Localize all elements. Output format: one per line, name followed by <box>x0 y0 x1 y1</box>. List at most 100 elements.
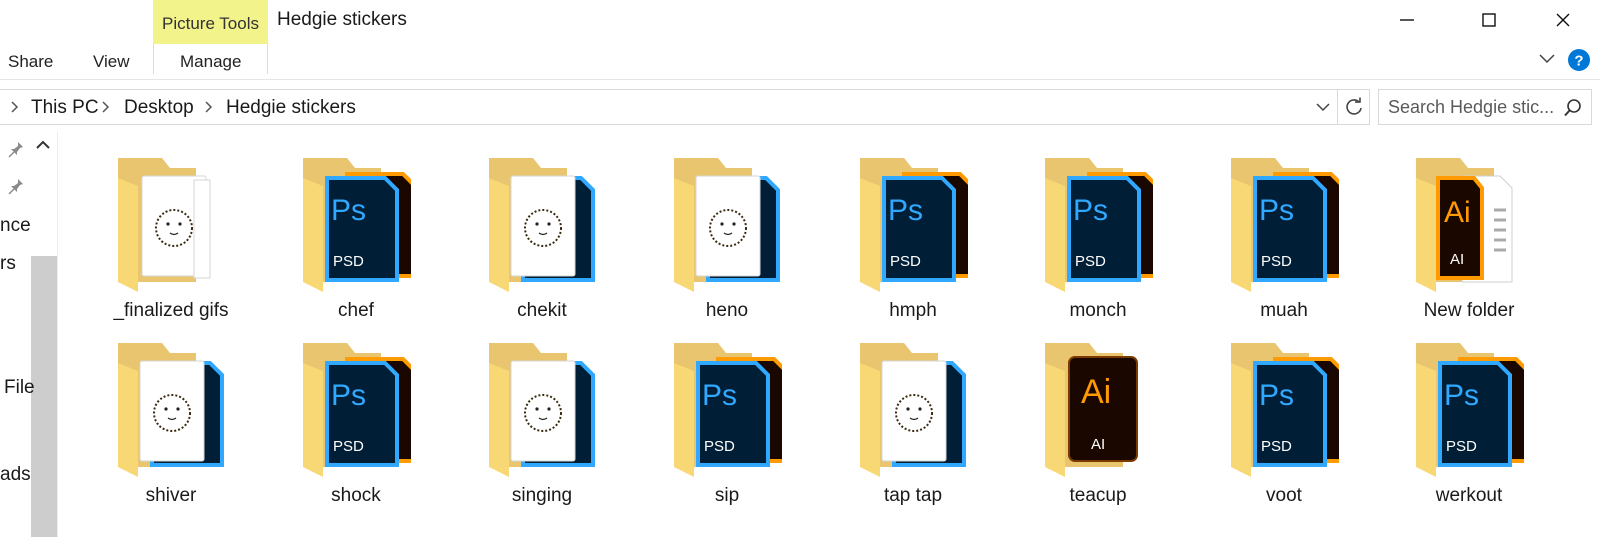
folder-name: chekit <box>517 300 567 321</box>
folder-item[interactable]: Ps PSD monch <box>1023 148 1173 328</box>
nav-item-label[interactable]: ads <box>0 464 31 486</box>
svg-text:Ps: Ps <box>888 194 923 227</box>
nav-item-label[interactable]: nce <box>0 215 31 237</box>
folder-item[interactable]: Ai AI New folder <box>1394 148 1544 328</box>
folder-name: _finalized gifs <box>113 300 229 321</box>
folder-item[interactable]: Ai AI teacup <box>1023 333 1173 513</box>
close-button[interactable] <box>1533 0 1593 40</box>
search-placeholder[interactable]: Search Hedgie stic... <box>1388 97 1554 118</box>
svg-text:PSD: PSD <box>1446 438 1477 455</box>
address-history-chevron-icon[interactable] <box>1315 102 1331 114</box>
svg-text:Ps: Ps <box>1259 379 1294 412</box>
folder-icon: Ps PSD <box>489 158 595 292</box>
picture-tools-label: Picture Tools <box>161 14 259 33</box>
folder-icon: Ps PSD <box>1231 158 1339 292</box>
folder-name: shock <box>331 485 381 506</box>
breadcrumb-desktop[interactable]: Desktop <box>124 97 194 119</box>
svg-text:AI: AI <box>1091 436 1105 453</box>
svg-text:PSD: PSD <box>333 253 364 270</box>
folder-icon: Ps PSD <box>303 158 411 292</box>
chevron-right-icon <box>11 101 19 113</box>
svg-text:Ps: Ps <box>331 194 366 227</box>
folder-item[interactable]: Ps PSD muah <box>1209 148 1359 328</box>
title-bar: Picture Tools Hedgie stickers Share View… <box>0 0 1600 80</box>
address-bar[interactable]: This PC Desktop Hedgie stickers <box>0 89 1338 125</box>
maximize-icon <box>1482 13 1496 27</box>
svg-text:PSD: PSD <box>333 438 364 455</box>
folder-name: muah <box>1260 300 1308 321</box>
folder-name: hmph <box>889 300 937 321</box>
folder-icon: Ps PSD <box>674 343 782 477</box>
folder-name: chef <box>338 300 374 321</box>
svg-text:Ps: Ps <box>1073 194 1108 227</box>
folder-icon <box>118 158 211 292</box>
folder-icon: Ps PSD <box>489 343 595 477</box>
folder-name: monch <box>1069 300 1127 321</box>
search-box[interactable]: Search Hedgie stic... <box>1378 89 1592 125</box>
svg-text:Ai: Ai <box>1444 196 1471 229</box>
folder-icon: Ps PSD <box>1416 343 1524 477</box>
minimize-button[interactable] <box>1377 0 1437 40</box>
tab-manage[interactable]: Manage <box>180 52 241 72</box>
refresh-icon <box>1345 97 1362 115</box>
folder-name: voot <box>1266 485 1302 506</box>
svg-text:Ai: Ai <box>1081 373 1111 411</box>
svg-text:PSD: PSD <box>1075 253 1106 270</box>
svg-text:Ps: Ps <box>331 379 366 412</box>
nav-scrollbar-thumb[interactable] <box>31 256 57 537</box>
svg-text:PSD: PSD <box>890 253 921 270</box>
folder-item[interactable]: Ps PSD voot <box>1209 333 1359 513</box>
folder-item[interactable]: Ps PSD tap tap <box>838 333 988 513</box>
folder-item[interactable]: Ps PSD heno <box>652 148 802 328</box>
svg-text:Ps: Ps <box>1444 379 1479 412</box>
folder-name: New folder <box>1423 300 1515 321</box>
maximize-button[interactable] <box>1459 0 1519 40</box>
window-title: Hedgie stickers <box>277 9 407 30</box>
tab-divider <box>153 44 154 74</box>
folder-item[interactable]: Ps PSD chekit <box>467 148 617 328</box>
svg-text:PSD: PSD <box>704 438 735 455</box>
pin-icon[interactable] <box>8 178 24 196</box>
svg-text:Ps: Ps <box>1259 194 1294 227</box>
svg-text:PSD: PSD <box>1261 253 1292 270</box>
minimize-icon <box>1400 19 1414 21</box>
folder-icon: Ai AI <box>1416 158 1513 292</box>
folder-icon: Ai AI <box>1045 343 1138 477</box>
folder-item[interactable]: Ps PSD hmph <box>838 148 988 328</box>
folder-icon: Ps PSD <box>303 343 411 477</box>
svg-text:PSD: PSD <box>1261 438 1292 455</box>
folder-icon: Ps PSD <box>1231 343 1339 477</box>
folder-item[interactable]: Ps PSD shock <box>281 333 431 513</box>
folder-name: werkout <box>1435 485 1503 506</box>
folder-item[interactable]: _finalized gifs <box>96 148 246 328</box>
folder-name: heno <box>705 300 749 321</box>
chevron-right-icon[interactable] <box>204 100 214 114</box>
nav-item-label[interactable]: rs <box>0 253 16 275</box>
pin-icon[interactable] <box>8 141 24 159</box>
folder-item[interactable]: Ps PSD sip <box>652 333 802 513</box>
folder-icon: Ps PSD <box>860 343 966 477</box>
help-icon[interactable]: ? <box>1567 48 1591 72</box>
folder-item[interactable]: Ps PSD chef <box>281 148 431 328</box>
refresh-button[interactable] <box>1338 89 1370 125</box>
scroll-up-arrow-icon[interactable] <box>36 140 50 150</box>
folder-item[interactable]: Ps PSD singing <box>467 333 617 513</box>
folder-grid: _finalized gifs Ps PSD chef Ps PSD cheki… <box>96 148 1600 537</box>
svg-text:Ps: Ps <box>702 379 737 412</box>
folder-icon: Ps PSD <box>1045 158 1153 292</box>
folder-item[interactable]: Ps PSD werkout <box>1394 333 1544 513</box>
breadcrumb-hedgie-stickers[interactable]: Hedgie stickers <box>226 97 356 119</box>
expand-ribbon-chevron-icon[interactable] <box>1538 53 1556 65</box>
folder-icon: Ps PSD <box>674 158 780 292</box>
tab-share[interactable]: Share <box>8 52 53 72</box>
tab-divider <box>267 44 268 74</box>
folder-item[interactable]: Ps PSD shiver <box>96 333 246 513</box>
nav-item-label[interactable]: File <box>4 377 35 399</box>
chevron-right-icon[interactable] <box>101 100 111 114</box>
search-icon[interactable] <box>1563 98 1583 118</box>
tab-view[interactable]: View <box>93 52 130 72</box>
breadcrumb-this-pc[interactable]: This PC <box>31 97 99 119</box>
folder-name: sip <box>714 485 740 506</box>
close-icon <box>1556 13 1570 27</box>
folder-name: tap tap <box>883 485 943 506</box>
